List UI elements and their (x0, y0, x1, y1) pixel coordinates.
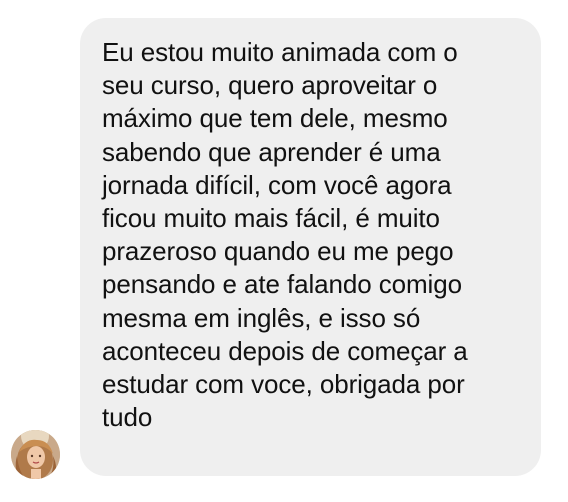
message-text-line: Eu estou muito animada com o (102, 37, 458, 67)
user-avatar-icon (11, 430, 60, 479)
message-text-line: tudo (102, 402, 153, 433)
message-text-line: sabendo que aprender é uma (102, 136, 441, 167)
message-text-line: pensando e ate falando comigo (102, 269, 462, 300)
message-text-line: ficou muito mais fácil, é muito (102, 203, 440, 234)
sender-avatar[interactable] (11, 430, 60, 479)
message-text-line: mesma em inglês, e isso só (102, 302, 421, 333)
message-bubble[interactable]: Eu estou muito animada com o seu curso, … (80, 18, 541, 476)
message-text-line: jornada difícil, com você agora (102, 169, 452, 200)
message-text-line: estudar com voce, obrigada por (102, 369, 465, 400)
message-text-line: máximo que tem dele, mesmo (102, 103, 448, 134)
message-text-line: aconteceu depois de começar a (102, 335, 468, 366)
message-text-line: seu curso, quero aproveitar o (102, 70, 438, 101)
message-text-line: prazeroso quando eu me pego (102, 236, 454, 267)
